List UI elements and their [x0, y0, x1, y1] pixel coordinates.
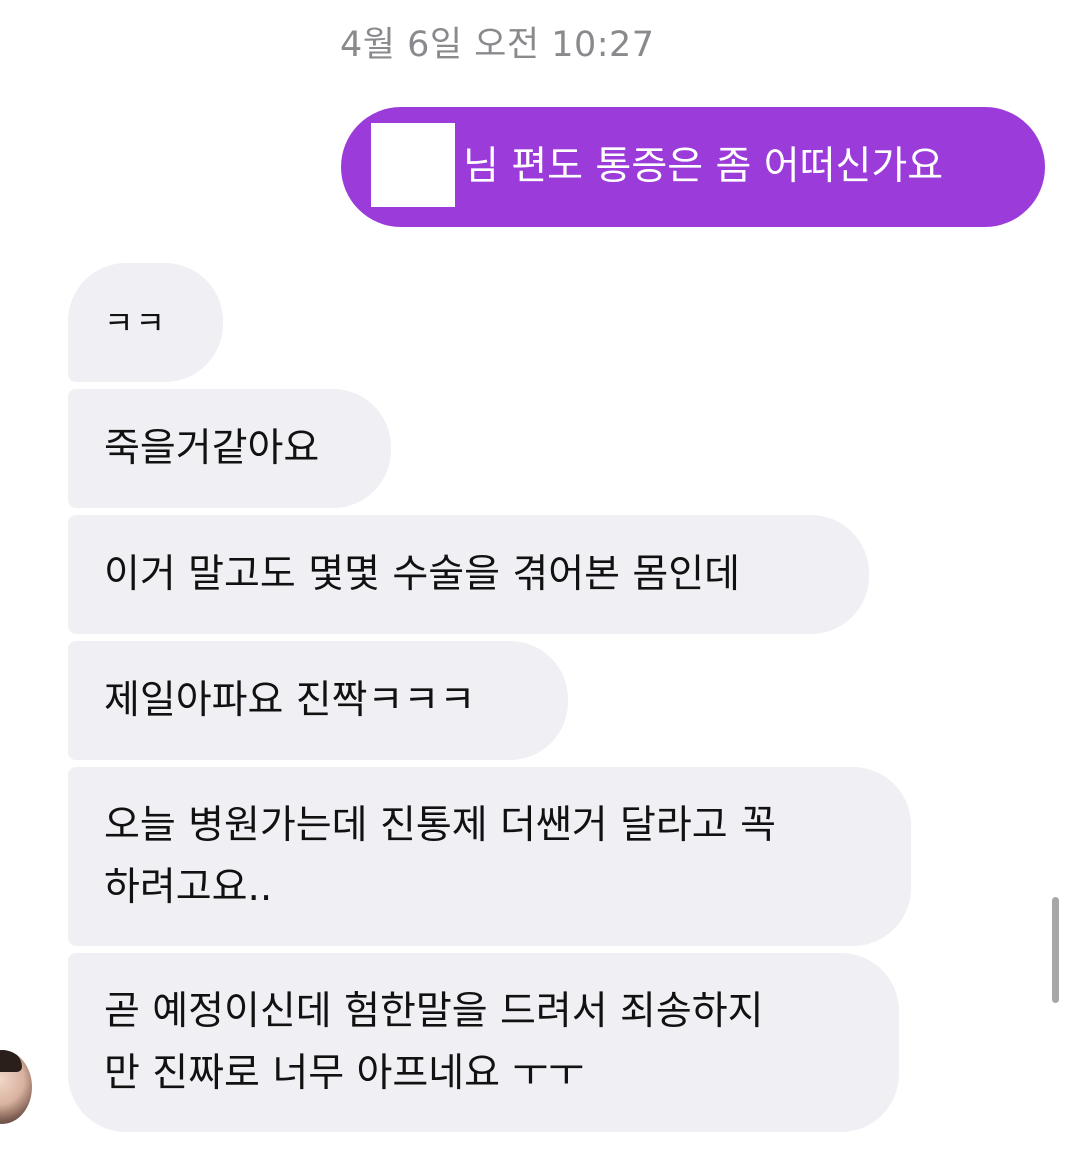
contact-avatar-icon[interactable] [0, 1050, 32, 1124]
received-message-text: 죽을거같아요 [104, 425, 320, 471]
received-message-bubble[interactable]: 오늘 병원가는데 진통제 더쌘거 달라고 꼭 하려고요.. [68, 767, 911, 946]
received-message-text: ㅋㅋ [104, 303, 167, 342]
received-message-text-line: 만 진짜로 너무 아프네요 ㅜㅜ [104, 1051, 585, 1096]
received-message-text-line: 곧 예정이신데 험한말을 드려서 죄송하지 [104, 989, 764, 1034]
sent-message-text: 님 편도 통증은 좀 어떠신가요 [463, 144, 944, 189]
received-message-bubble[interactable]: 죽을거같아요 [68, 389, 391, 508]
chat-timestamp: 4월 6일 오전 10:27 [340, 25, 655, 65]
sent-message-bubble[interactable]: 님 편도 통증은 좀 어떠신가요 [341, 107, 1045, 227]
avatar-hair [0, 1050, 22, 1072]
received-message-bubble[interactable]: 이거 말고도 몇몇 수술을 겪어본 몸인데 [68, 515, 869, 634]
received-message-bubble[interactable]: ㅋㅋ [68, 263, 223, 382]
received-message-text-line: 하려고요.. [104, 865, 273, 910]
received-message-text-line: 오늘 병원가는데 진통제 더쌘거 달라고 꼭 [104, 803, 776, 848]
scrollbar[interactable] [1052, 897, 1059, 1003]
redacted-name-block [371, 123, 455, 207]
received-message-text: 제일아파요 진짝ㅋㅋㅋ [104, 677, 476, 723]
received-message-text: 이거 말고도 몇몇 수술을 겪어본 몸인데 [104, 551, 741, 597]
received-message-bubble[interactable]: 제일아파요 진짝ㅋㅋㅋ [68, 641, 568, 760]
received-message-bubble[interactable]: 곧 예정이신데 험한말을 드려서 죄송하지 만 진짜로 너무 아프네요 ㅜㅜ [68, 953, 899, 1132]
